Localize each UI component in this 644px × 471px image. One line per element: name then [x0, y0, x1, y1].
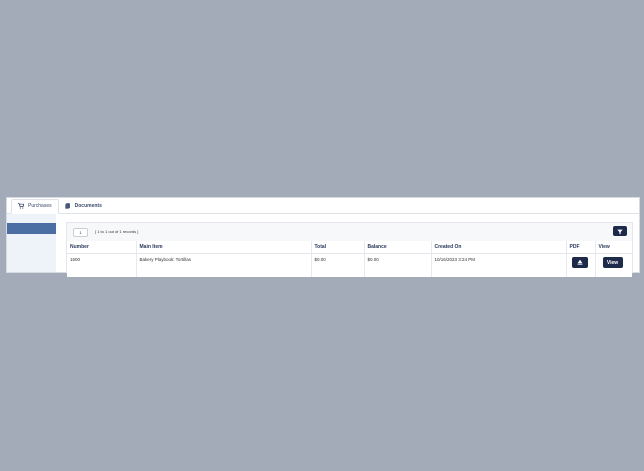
view-button[interactable]: View	[602, 257, 623, 268]
filter-icon	[617, 222, 623, 240]
table-toolbar: 1 [ 1 to 1 out of 1 records ]	[67, 223, 632, 241]
sidebar-item-active[interactable]	[7, 223, 56, 234]
column-header-main-item[interactable]: Main Item	[136, 241, 312, 254]
pdf-icon	[577, 259, 583, 266]
table-row: 1600 Bakery Playbook: Tortillas $0.00 $0…	[67, 253, 632, 278]
tab-bar: Purchases Documents	[7, 198, 639, 214]
column-header-number[interactable]: Number	[67, 241, 137, 254]
tab-documents[interactable]: Documents	[59, 199, 108, 213]
sidebar	[7, 214, 56, 272]
column-header-total[interactable]: Total	[311, 241, 365, 254]
cart-icon	[18, 203, 25, 209]
pdf-download-button[interactable]	[571, 257, 588, 268]
column-header-view: View	[595, 241, 632, 254]
documents-icon	[64, 202, 71, 209]
cell-balance: $0.00	[364, 253, 432, 277]
purchases-table: Number Main Item Total Balance Created O…	[67, 241, 632, 277]
page-number-input[interactable]: 1	[73, 228, 88, 237]
records-count: [ 1 to 1 out of 1 records ]	[95, 229, 139, 234]
cell-pdf	[566, 253, 596, 277]
purchases-panel: Purchases Documents 1 [ 1 to 1 out of 1 …	[6, 197, 640, 277]
filter-button[interactable]	[613, 226, 627, 236]
cell-number: 1600	[67, 253, 137, 277]
tab-purchases[interactable]: Purchases	[11, 198, 59, 214]
cell-main-item: Bakery Playbook: Tortillas	[136, 253, 312, 277]
tab-purchases-label: Purchases	[28, 203, 52, 209]
table-header-row: Number Main Item Total Balance Created O…	[67, 241, 632, 254]
column-header-pdf: PDF	[566, 241, 596, 254]
tab-documents-label: Documents	[74, 202, 102, 209]
cell-view: View	[595, 254, 632, 278]
column-header-created-on[interactable]: Created On	[431, 241, 567, 254]
cell-total: $0.00	[311, 253, 365, 277]
cell-created-on: 10/16/2023 3:24 PM	[431, 253, 567, 277]
column-header-balance[interactable]: Balance	[364, 241, 432, 254]
purchases-table-container: 1 [ 1 to 1 out of 1 records ] Number Mai…	[66, 222, 633, 277]
